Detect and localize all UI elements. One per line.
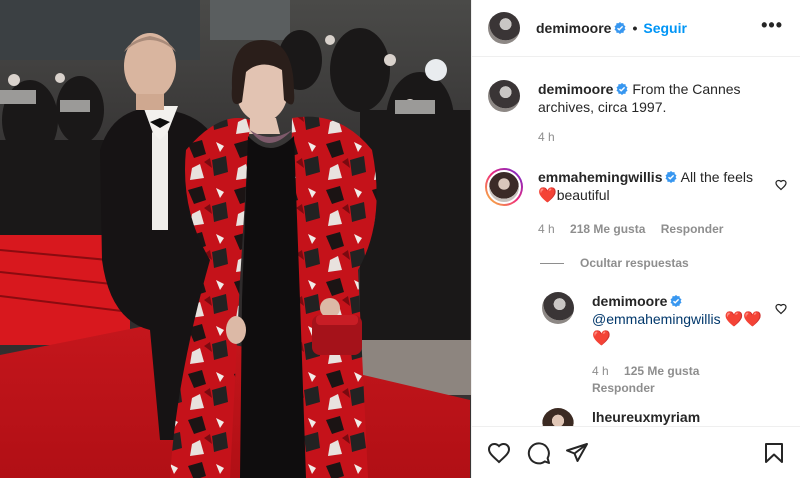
comment-icon[interactable] — [527, 441, 551, 465]
reply-button[interactable]: Responder — [661, 222, 724, 236]
comment-item: lheureuxmyriam — [542, 408, 700, 426]
comment-text-continued: beautiful — [556, 187, 610, 203]
follow-button[interactable]: Seguir — [643, 20, 687, 36]
hide-replies-toggle[interactable]: Ocultar respuestas — [540, 256, 689, 270]
post-photo[interactable] — [0, 0, 471, 478]
reply-meta: 4 h 125 Me gusta — [592, 364, 711, 378]
more-options-icon[interactable]: ••• — [761, 16, 783, 34]
avatar[interactable] — [488, 12, 520, 44]
comment-username[interactable]: emmahemingwillis — [538, 169, 662, 185]
reply-actions: Responder — [592, 381, 667, 395]
caption-username[interactable]: demimoore — [538, 81, 613, 97]
avatar[interactable] — [488, 80, 520, 112]
comment-item: emmahemingwillis All the feels ❤️beautif… — [485, 168, 768, 206]
red-heart-emoji: ❤️ — [538, 187, 557, 204]
caption: demimoore From the Cannes archives, circ… — [488, 80, 768, 116]
comment-meta: 4 h 218 Me gusta Responder — [538, 222, 735, 236]
reply-username[interactable]: demimoore — [592, 293, 667, 309]
comment-username[interactable]: lheureuxmyriam — [592, 409, 700, 425]
reply-likes[interactable]: 125 Me gusta — [624, 364, 699, 378]
reply-button[interactable]: Responder — [592, 381, 655, 395]
verified-badge-icon — [670, 295, 682, 307]
share-icon[interactable] — [565, 441, 589, 465]
red-heart-emoji: ❤️ — [592, 330, 611, 347]
verified-badge-icon — [616, 83, 628, 95]
verified-badge-icon — [665, 171, 677, 183]
replies-divider — [540, 262, 564, 264]
caption-time[interactable]: 4 h — [538, 130, 555, 144]
mention-link[interactable]: @emmahemingwillis — [592, 311, 721, 327]
comments-panel: demimoore • Seguir ••• demimoore From th… — [471, 0, 800, 478]
avatar[interactable] — [542, 292, 574, 324]
comment-like-heart-icon[interactable] — [775, 179, 787, 191]
header-username[interactable]: demimoore — [536, 20, 611, 36]
reply-item: demimoore @emmahemingwillis ❤️❤️ ❤️ — [542, 292, 762, 348]
heart-icon[interactable] — [487, 441, 511, 465]
caption-meta: 4 h — [538, 130, 567, 144]
separator-dot: • — [632, 20, 638, 36]
red-heart-emoji: ❤️❤️ — [724, 311, 762, 328]
reply-like-heart-icon[interactable] — [775, 303, 787, 315]
hide-replies-label[interactable]: Ocultar respuestas — [580, 256, 689, 270]
reply-time[interactable]: 4 h — [592, 364, 609, 378]
verified-badge-icon — [614, 22, 626, 34]
comments-list[interactable]: demimoore From the Cannes archives, circ… — [472, 58, 800, 426]
comment-text: All the feels — [680, 169, 753, 185]
avatar[interactable] — [542, 408, 574, 426]
comment-likes[interactable]: 218 Me gusta — [570, 222, 645, 236]
bookmark-icon[interactable] — [762, 441, 786, 465]
post-header: demimoore • Seguir ••• — [472, 0, 800, 57]
cannes-red-carpet-photo — [0, 0, 471, 478]
story-ring-avatar[interactable] — [485, 168, 523, 206]
action-bar — [472, 426, 800, 478]
instagram-post: demimoore • Seguir ••• demimoore From th… — [0, 0, 800, 478]
comment-time[interactable]: 4 h — [538, 222, 555, 236]
